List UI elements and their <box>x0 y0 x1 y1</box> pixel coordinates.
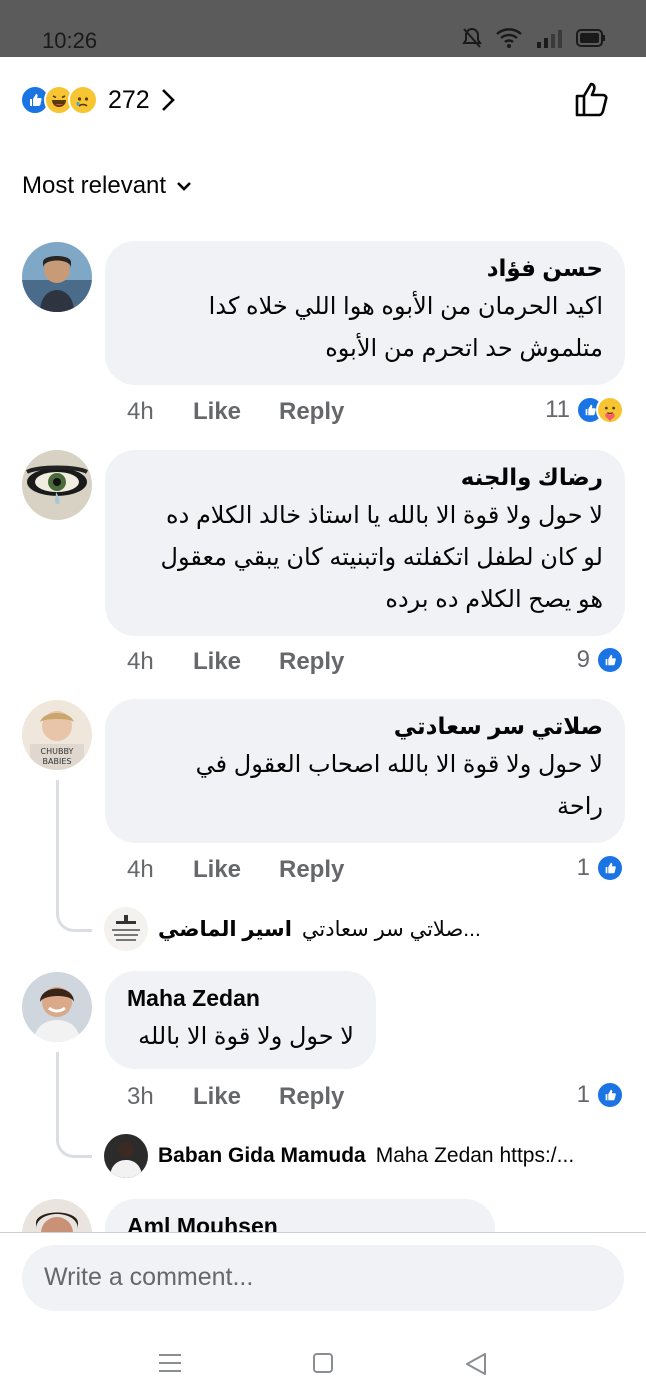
comment-reaction-count: 11 <box>545 396 570 423</box>
reply-button[interactable]: Reply <box>279 1083 344 1111</box>
comment-actions: 4h Like Reply <box>127 648 344 676</box>
reply-author: Baban Gida Mamuda <box>158 1144 366 1167</box>
like-button[interactable]: Like <box>193 1083 279 1111</box>
reply-avatar <box>104 907 148 951</box>
back-icon[interactable] <box>464 1352 488 1376</box>
comment-text: لا حول ولا قوة الا بالله اصحاب العقول في… <box>127 744 603 828</box>
sort-label: Most relevant <box>22 172 167 199</box>
reaction-count: 272 <box>108 85 150 114</box>
comment-line: هو يصح الكلام ده برده <box>385 586 603 613</box>
signal-icon <box>537 30 562 48</box>
chevron-down-icon <box>177 182 191 191</box>
comment-bubble[interactable]: Maha Zedan لا حول ولا قوة الا بالله <box>105 971 376 1069</box>
comment-line: اكيد الحرمان من الأبوه هوا اللي خلاه كدا <box>208 293 603 320</box>
comment-line: لا حول ولا قوة الا بالله <box>138 1023 354 1050</box>
comment-time: 4h <box>127 648 154 675</box>
care-reaction-icon <box>596 396 624 424</box>
menu-icon[interactable] <box>158 1352 182 1374</box>
thread-connector <box>56 1052 92 1158</box>
reply-button[interactable]: Reply <box>279 856 344 884</box>
comment-actions: 4h Like Reply <box>127 398 344 426</box>
comment-time: 3h <box>127 1083 154 1110</box>
comment-bubble[interactable]: حسن فؤاد اكيد الحرمان من الأبوه هوا اللي… <box>105 241 625 385</box>
comment-actions: 4h Like Reply <box>127 856 344 884</box>
comment-text: اكيد الحرمان من الأبوه هوا اللي خلاه كدا… <box>127 286 603 370</box>
sad-reaction-icon <box>68 85 98 115</box>
like-button[interactable]: Like <box>193 648 279 676</box>
svg-text:CHUBBY: CHUBBY <box>41 747 74 756</box>
reply-button[interactable]: Reply <box>279 648 344 676</box>
comment-line: لو كان لطفل اتكفلته واتبنيته كان يبقي مع… <box>160 544 603 571</box>
avatar[interactable] <box>22 1199 92 1232</box>
like-reaction-icon <box>596 1081 624 1109</box>
chevron-right-icon <box>161 89 175 111</box>
comment-time: 4h <box>127 398 154 425</box>
mute-bell-icon <box>462 27 482 48</box>
comment-reaction-count: 1 <box>576 854 590 881</box>
reply-author: اسير الماضي <box>158 917 292 941</box>
like-reaction-icon <box>596 646 624 674</box>
comment-time: 4h <box>127 856 154 883</box>
status-bar: 10:26 <box>0 0 646 57</box>
reply-preview[interactable]: اسير الماضي صلاتي سر سعادتي... <box>104 907 481 951</box>
reply-text: صلاتي سر سعادتي... <box>301 917 481 941</box>
comment-sort-dropdown[interactable]: Most relevant <box>22 172 192 200</box>
reactions-summary[interactable]: 272 <box>20 82 176 118</box>
comment-reactions[interactable]: 1 <box>577 1081 624 1109</box>
avatar[interactable] <box>22 450 92 520</box>
comment-author[interactable]: حسن فؤاد <box>127 255 603 282</box>
comment-composer-bar: Write a comment... <box>0 1232 646 1342</box>
comment-line: راحة <box>557 793 603 820</box>
reply-button[interactable]: Reply <box>279 398 344 426</box>
comment-bubble[interactable]: Aml Mouhsen <box>105 1199 495 1232</box>
comment-text: لا حول ولا قوة الا بالله يا استاذ خالد ا… <box>127 495 603 621</box>
comment-reactions[interactable]: 11 <box>545 396 624 424</box>
avatar[interactable]: CHUBBY BABIES <box>22 700 92 770</box>
comment-actions: 3h Like Reply <box>127 1083 344 1111</box>
comment-text: لا حول ولا قوة الا بالله <box>127 1016 354 1058</box>
comment-input[interactable]: Write a comment... <box>22 1245 624 1311</box>
battery-icon <box>576 29 605 47</box>
like-reaction-icon <box>596 854 624 882</box>
comment-reactions[interactable]: 9 <box>577 646 624 674</box>
comment-bubble[interactable]: صلاتي سر سعادتي لا حول ولا قوة الا بالله… <box>105 699 625 843</box>
reply-preview[interactable]: Baban Gida Mamuda Maha Zedan https:/... <box>104 1134 574 1178</box>
comment-reaction-count: 1 <box>576 1081 590 1108</box>
reply-text: Maha Zedan https:/... <box>375 1144 575 1167</box>
wifi-icon <box>496 28 522 48</box>
comment-reactions[interactable]: 1 <box>577 854 624 882</box>
comment-author[interactable]: Aml Mouhsen <box>127 1213 473 1232</box>
comment-bubble[interactable]: رضاك والجنه لا حول ولا قوة الا بالله يا … <box>105 450 625 636</box>
like-outline-icon[interactable] <box>574 80 612 118</box>
status-time: 10:26 <box>42 28 98 53</box>
comment-line: لا حول ولا قوة الا بالله يا استاذ خالد ا… <box>166 502 603 529</box>
status-icons <box>462 27 606 49</box>
svg-text:BABIES: BABIES <box>43 757 72 766</box>
comment-author[interactable]: صلاتي سر سعادتي <box>127 713 603 740</box>
comment-partial: Aml Mouhsen <box>0 1195 646 1232</box>
avatar[interactable] <box>22 972 92 1042</box>
comment-line: متلموش حد اتحرم من الأبوه <box>325 335 603 362</box>
avatar[interactable] <box>22 242 92 312</box>
like-button[interactable]: Like <box>193 398 279 426</box>
comment-author[interactable]: Maha Zedan <box>127 985 354 1012</box>
reply-avatar <box>104 1134 148 1178</box>
comment-line: لا حول ولا قوة الا بالله اصحاب العقول في <box>195 751 603 778</box>
like-button[interactable]: Like <box>193 856 279 884</box>
comment-reaction-count: 9 <box>576 646 590 673</box>
home-icon[interactable] <box>312 1352 334 1374</box>
system-navigation-bar <box>0 1330 646 1400</box>
comment-author[interactable]: رضاك والجنه <box>127 464 603 491</box>
thread-connector <box>56 780 92 932</box>
